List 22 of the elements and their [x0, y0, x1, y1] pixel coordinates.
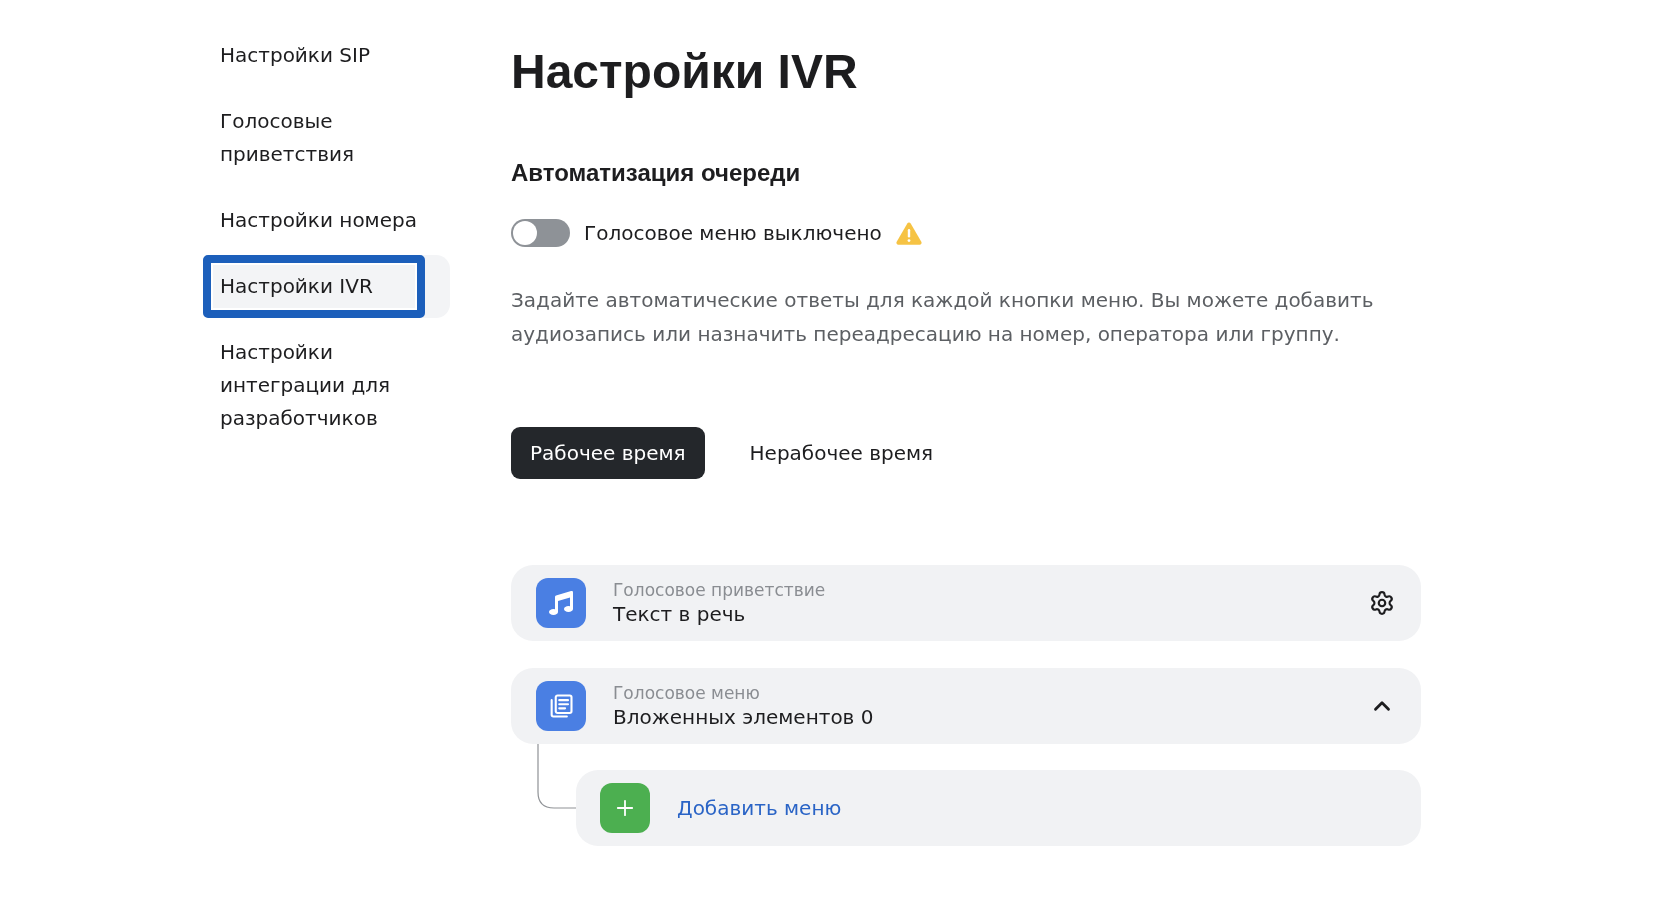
tab[interactable]: Рабочее время: [511, 427, 705, 479]
section-heading: Автоматизация очереди: [511, 158, 802, 188]
toggle-switch[interactable]: [511, 219, 570, 247]
card-caption: Голосовое приветствие: [613, 579, 827, 601]
page-title: Настройки IVR: [511, 44, 859, 100]
sidebar-item[interactable]: Настройки интеграции для разработчиков: [203, 321, 450, 450]
card-value: Вложенных элементов 0: [613, 704, 875, 730]
plus-icon: [600, 783, 650, 833]
sidebar-item[interactable]: Настройки SIP: [203, 24, 450, 87]
settings-icon[interactable]: [1369, 590, 1395, 616]
music-note-icon: [536, 578, 586, 628]
sidebar-item[interactable]: Настройки номера: [203, 189, 450, 252]
document-list-icon: [536, 681, 586, 731]
card-caption: Голосовое меню: [613, 682, 761, 704]
description-text: Задайте автоматические ответы для каждой кнопки меню. Вы можете добавить аудиозапись или назначить переадресацию на номер, оператора или группу.: [511, 287, 1375, 348]
sidebar-item[interactable]: Настройки IVR: [203, 255, 450, 318]
card-value: Текст в речь: [613, 601, 747, 627]
connector-line: [537, 744, 576, 809]
toggle-label: Голосовое меню выключено: [584, 220, 882, 247]
add-menu-button[interactable]: Добавить меню: [576, 770, 1421, 846]
sidebar-item[interactable]: Голосовые приветствия: [203, 90, 450, 186]
tab[interactable]: Нерабочее время: [730, 427, 953, 479]
